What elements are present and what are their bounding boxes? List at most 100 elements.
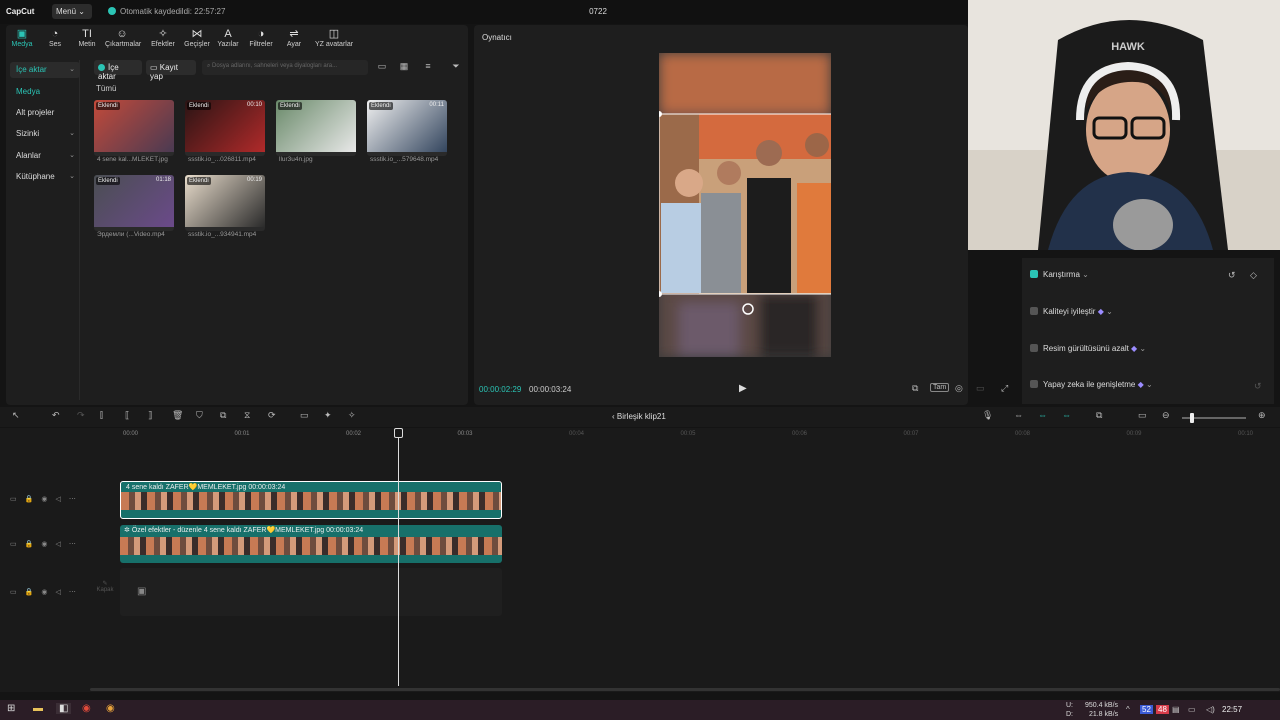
shield-icon[interactable]: ⛉ <box>196 410 203 421</box>
preview-axis-icon[interactable]: ⧉ <box>1096 410 1102 421</box>
media-item[interactable]: Eklendi <box>276 100 356 156</box>
volume-icon[interactable]: ◁) <box>1206 705 1215 714</box>
file-explorer-icon[interactable]: ▬ <box>33 703 43 714</box>
checkbox[interactable] <box>1030 344 1038 352</box>
media-item[interactable]: Eklendi 00:19 <box>185 175 265 231</box>
subtitle-icon[interactable]: ▭ <box>1138 410 1147 421</box>
track-controls-1[interactable]: ▭🔒◉◁⋯ <box>10 495 84 503</box>
folder-icon[interactable]: ▭ <box>374 61 390 74</box>
chevron-down-icon: ⌄ <box>69 130 75 137</box>
tray-badge-blue[interactable]: 52 <box>1140 705 1153 714</box>
current-time: 00:00:02:29 <box>479 385 522 394</box>
crop-icon[interactable]: ⧉ <box>912 383 918 394</box>
clock[interactable]: 22:57 <box>1222 705 1242 714</box>
tab-adjust[interactable]: ⇌ Ayar <box>277 28 311 48</box>
tab-ai-avatar[interactable]: ◫ YZ avatarlar <box>310 28 358 48</box>
media-item[interactable]: Eklendi 00:11 <box>367 100 447 156</box>
undo-icon[interactable]: ↶ <box>52 410 60 421</box>
play-icon[interactable]: ▶ <box>739 383 747 394</box>
tray-app-icon[interactable]: ▤ <box>1172 705 1180 714</box>
trim-left-icon[interactable]: ⟦ <box>125 410 129 421</box>
chevron-down-icon: ⌄ <box>1143 380 1153 389</box>
tab-captions[interactable]: A Yazılar <box>211 28 245 48</box>
menu-button[interactable]: Menü ⌄ <box>52 4 92 19</box>
split-icon[interactable]: ⫿ <box>100 410 103 421</box>
tab-filters[interactable]: ◑ Filtreler <box>244 28 278 48</box>
grid-view-icon[interactable]: ▦ <box>396 61 412 74</box>
sidebar-item-4[interactable]: Alanlar ⌄ <box>10 148 80 164</box>
reset-icon[interactable]: ↺ <box>1228 270 1236 281</box>
media-item[interactable]: Eklendi <box>94 100 174 156</box>
sidebar-item-0[interactable]: İçe aktar ⌄ <box>10 62 80 78</box>
crop-tool-icon[interactable]: ⧉ <box>220 410 226 421</box>
ratio-button[interactable]: Tam <box>930 383 950 392</box>
keyframe-icon[interactable]: ◇ <box>1250 270 1257 281</box>
checkbox[interactable] <box>1030 380 1038 388</box>
film-icon[interactable]: ▣ <box>137 586 146 597</box>
checkbox[interactable] <box>1030 270 1038 278</box>
compound-clip-title[interactable]: ‹ Birleşik klip21 <box>612 412 666 421</box>
checkbox[interactable] <box>1030 307 1038 315</box>
sidebar-item-1[interactable]: Medya <box>10 84 80 100</box>
record-button[interactable]: ▭ Kayıt yap <box>146 60 196 81</box>
windows-start-icon[interactable]: ⊞ <box>7 703 15 714</box>
zoom-fit-icon[interactable]: ◎ <box>955 383 963 394</box>
tab-audio[interactable]: ◔ Ses <box>38 28 72 48</box>
delete-icon[interactable]: 🗑 <box>172 410 183 421</box>
tray-chevron-icon[interactable]: ^ <box>1126 705 1130 714</box>
chrome-canary-icon[interactable]: ◉ <box>106 703 115 714</box>
video-preview[interactable] <box>659 53 831 357</box>
sidebar-item-5[interactable]: Kütüphane ⌄ <box>10 169 80 185</box>
tab-label: Filtreler <box>249 41 273 48</box>
media-search-input[interactable]: ⌕ Dosya adlarını, sahneleri veya diyalog… <box>202 60 368 75</box>
capcut-taskbar-icon[interactable]: ◧ <box>56 703 72 714</box>
tab-effects[interactable]: ✧ Efektler <box>146 28 180 48</box>
tab-media[interactable]: ▣ Medya <box>5 28 39 48</box>
track-controls-3[interactable]: ▭🔒◉◁⋯ <box>10 588 84 596</box>
magnet-icon[interactable]: ⇔ <box>1038 410 1047 420</box>
tab-text[interactable]: TI Metin <box>70 28 104 48</box>
chevron-down-icon: ⌄ <box>69 173 75 180</box>
mirror-icon[interactable]: ⧖ <box>244 410 250 421</box>
playhead[interactable] <box>398 428 399 686</box>
chrome-icon[interactable]: ◉ <box>82 703 91 714</box>
property-row[interactable]: Yapay zeka ile genişletme ◆ ⌄ <box>1030 380 1266 396</box>
sidebar-item-3[interactable]: Sizinki ⌄ <box>10 126 80 142</box>
compare-icon[interactable]: ▭ <box>976 383 985 394</box>
trim-right-icon[interactable]: ⟧ <box>148 410 152 421</box>
snap-icon[interactable]: ⇔ <box>1062 410 1071 420</box>
sort-icon[interactable]: ≡ <box>420 61 436 74</box>
property-row[interactable]: Kaliteyi iyileştir ◆ ⌄ <box>1030 307 1266 323</box>
filter-icon[interactable]: ⏷ <box>448 61 464 74</box>
media-item[interactable]: Eklendi 00:10 <box>185 100 265 156</box>
microphone-icon[interactable]: 🎙 <box>982 410 993 421</box>
main-clip[interactable]: 4 sene kaldı ZAFER💛MEMLEKET.jpg 00:00:03… <box>120 481 502 519</box>
tab-transitions[interactable]: ⋈ Geçişler <box>180 28 214 48</box>
track-controls-2[interactable]: ▭🔒◉◁⋯ <box>10 540 84 548</box>
network-icon[interactable]: ▭ <box>1188 705 1196 714</box>
zoom-in-icon[interactable]: ⊕ <box>1258 410 1266 421</box>
fullscreen-icon[interactable]: ⤢ <box>1001 383 1008 394</box>
property-row[interactable]: Resim gürültüsünü azalt ◆ ⌄ <box>1030 344 1266 360</box>
reset-icon-disabled[interactable]: ↺ <box>1254 381 1262 392</box>
zoom-out-icon[interactable]: ⊖ <box>1162 410 1170 421</box>
select-tool-icon[interactable]: ↖ <box>12 410 20 421</box>
import-button[interactable]: İçe aktar <box>94 60 142 81</box>
media-item[interactable]: Eklendi 01:18 <box>94 175 174 231</box>
timeline-scrollbar[interactable] <box>90 688 1280 691</box>
playhead-handle[interactable] <box>394 428 403 438</box>
tray-badge-red[interactable]: 48 <box>1156 705 1169 714</box>
empty-track[interactable] <box>120 568 502 616</box>
cover-button[interactable]: ✎ Kapak <box>96 580 114 604</box>
tab-sticker[interactable]: ☺ Çıkartmalar <box>105 28 141 48</box>
chevron-down-icon: ⌄ <box>69 152 75 159</box>
ai-person-icon[interactable]: ✧ <box>348 410 356 421</box>
zoom-slider-handle[interactable] <box>1190 413 1194 423</box>
sidebar-item-2[interactable]: Alt projeler <box>10 105 80 121</box>
redo-icon[interactable]: ↷ <box>77 410 85 421</box>
rotate-icon[interactable]: ⟳ <box>268 410 276 421</box>
effect-clip[interactable]: ✲ Özel efektler - düzenle 4 sene kaldı Z… <box>120 525 502 563</box>
caption-icon[interactable]: ▭ <box>300 410 309 421</box>
magic-icon[interactable]: ✦ <box>324 410 332 421</box>
link-icon[interactable]: ⇔ <box>1014 410 1023 420</box>
